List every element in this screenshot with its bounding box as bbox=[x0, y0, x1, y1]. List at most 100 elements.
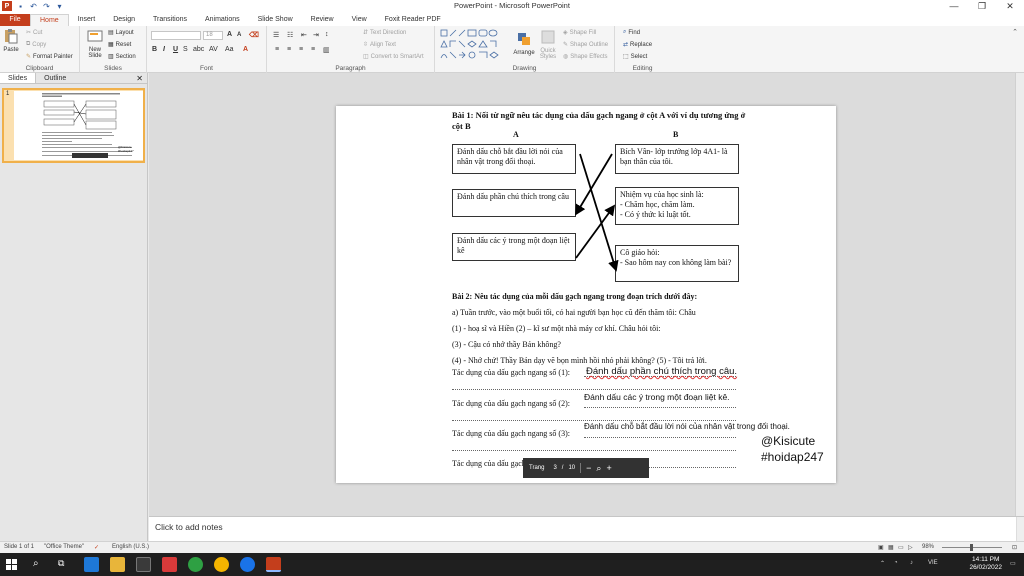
notes-pane[interactable]: Click to add notes bbox=[149, 516, 1024, 542]
tab-transitions[interactable]: Transitions bbox=[144, 14, 196, 26]
grow-font-icon[interactable]: A bbox=[227, 31, 232, 38]
italic-icon[interactable]: I bbox=[163, 46, 165, 53]
underline-icon[interactable]: U bbox=[173, 46, 178, 53]
copy-button[interactable]: ⧉ Copy bbox=[26, 41, 46, 48]
new-slide-button[interactable]: New Slide bbox=[84, 28, 106, 59]
network-icon[interactable]: ◔ bbox=[894, 560, 898, 566]
change-case-icon[interactable]: Aa bbox=[225, 46, 234, 53]
shape-outline-button[interactable]: ✎ Shape Outline bbox=[563, 41, 608, 49]
search-icon[interactable]: ⌕ bbox=[33, 558, 39, 569]
redo-icon[interactable]: ↷ bbox=[42, 2, 51, 11]
tab-home[interactable]: Home bbox=[30, 14, 69, 26]
section-button[interactable]: ▥ Section bbox=[108, 53, 136, 61]
powerpoint-taskbar-icon[interactable] bbox=[266, 557, 281, 572]
find-button[interactable]: ⌕ Find bbox=[623, 29, 640, 36]
tab-outline[interactable]: Outline bbox=[36, 73, 74, 83]
shrink-font-icon[interactable]: A bbox=[237, 32, 241, 38]
tab-design[interactable]: Design bbox=[104, 14, 144, 26]
spellcheck-icon[interactable]: ✓ bbox=[94, 544, 99, 551]
shadow-icon[interactable]: abc bbox=[193, 46, 204, 53]
volume-icon[interactable]: ♪ bbox=[910, 560, 913, 566]
zalo-icon[interactable] bbox=[240, 557, 255, 572]
cut-button[interactable]: ✂ Cut bbox=[26, 29, 42, 37]
decrease-indent-icon[interactable]: ⇤ bbox=[301, 31, 307, 39]
fit-to-window-icon[interactable]: ⊡ bbox=[1012, 544, 1017, 551]
tab-view[interactable]: View bbox=[343, 14, 376, 26]
zoom-icon[interactable]: ⌕ bbox=[596, 463, 601, 474]
shape-effects-button[interactable]: ◍ Shape Effects bbox=[563, 53, 608, 61]
bullets-icon[interactable]: ☰ bbox=[273, 31, 279, 39]
tab-review[interactable]: Review bbox=[302, 14, 343, 26]
reset-button[interactable]: ▦ Reset bbox=[108, 41, 131, 49]
slideshow-view-icon[interactable]: ▷ bbox=[908, 544, 913, 551]
strikethrough-icon[interactable]: S bbox=[183, 46, 188, 53]
align-left-icon[interactable]: ≡ bbox=[275, 46, 279, 53]
format-painter-button[interactable]: ✎ Format Painter bbox=[26, 53, 73, 61]
notes-scrollbar[interactable] bbox=[1016, 517, 1024, 542]
shape-fill-button[interactable]: ◈ Shape Fill bbox=[563, 29, 596, 37]
normal-view-icon[interactable]: ▣ bbox=[878, 544, 884, 551]
replace-button[interactable]: ⇄ Replace bbox=[623, 41, 652, 49]
powerpoint-logo-icon[interactable]: P bbox=[2, 1, 12, 11]
slide-canvas[interactable]: Bài 1: Nối từ ngữ nêu tác dụng của dấu g… bbox=[336, 106, 836, 483]
tab-file[interactable]: File bbox=[0, 14, 30, 26]
current-page[interactable]: 3 bbox=[553, 465, 556, 471]
align-right-icon[interactable]: ≡ bbox=[299, 46, 303, 53]
zoom-in-button[interactable]: + bbox=[606, 463, 611, 473]
text-direction-button[interactable]: ⇵ Text Direction bbox=[363, 29, 406, 37]
zoom-out-button[interactable]: − bbox=[586, 463, 591, 473]
zoom-slider-handle[interactable] bbox=[970, 544, 973, 551]
tab-slides[interactable]: Slides bbox=[0, 73, 37, 83]
task-view-icon[interactable]: ⧉ bbox=[58, 558, 64, 569]
customize-qat-icon[interactable]: ▾ bbox=[55, 2, 64, 11]
line-spacing-icon[interactable]: ↕ bbox=[325, 31, 329, 38]
edge-icon[interactable] bbox=[84, 557, 99, 572]
close-panel-icon[interactable]: ✕ bbox=[136, 73, 143, 84]
vertical-scrollbar[interactable] bbox=[1015, 73, 1024, 516]
bold-icon[interactable]: B bbox=[152, 46, 157, 53]
convert-smartart-button[interactable]: ◫ Convert to SmartArt bbox=[363, 53, 424, 61]
font-color-icon[interactable]: A bbox=[243, 46, 248, 53]
slide-thumbnail[interactable]: 1 @Kisicute #hoidap247 bbox=[2, 88, 145, 163]
align-center-icon[interactable]: ≡ bbox=[287, 46, 291, 53]
restore-button[interactable]: ❐ bbox=[968, 0, 996, 13]
tab-insert[interactable]: Insert bbox=[69, 14, 105, 26]
increase-indent-icon[interactable]: ⇥ bbox=[313, 31, 319, 39]
columns-icon[interactable]: ▥ bbox=[323, 46, 330, 54]
arrange-button[interactable]: Arrange bbox=[513, 31, 535, 56]
chrome-icon[interactable] bbox=[214, 557, 229, 572]
select-button[interactable]: ⬚ Select bbox=[623, 53, 647, 61]
paste-button[interactable]: Paste bbox=[3, 28, 19, 53]
notification-icon[interactable]: ▭ bbox=[1010, 560, 1016, 567]
slide-sorter-icon[interactable]: ▦ bbox=[888, 544, 894, 551]
input-language[interactable]: VIE bbox=[928, 560, 938, 566]
save-icon[interactable]: ▪ bbox=[16, 2, 25, 11]
justify-icon[interactable]: ≡ bbox=[311, 46, 315, 53]
font-size-box[interactable]: 18 bbox=[203, 31, 223, 40]
app-icon-green[interactable] bbox=[188, 557, 203, 572]
store-icon[interactable] bbox=[136, 557, 151, 572]
close-button[interactable]: ✕ bbox=[996, 0, 1024, 13]
tab-slide-show[interactable]: Slide Show bbox=[249, 14, 302, 26]
language[interactable]: English (U.S.) bbox=[112, 544, 149, 550]
char-spacing-icon[interactable]: AV bbox=[209, 46, 218, 53]
app-icon-red[interactable] bbox=[162, 557, 177, 572]
collapse-ribbon-icon[interactable]: ⌃ bbox=[1012, 28, 1018, 36]
reading-view-icon[interactable]: ▭ bbox=[898, 544, 904, 551]
tray-chevron-icon[interactable]: ⌃ bbox=[880, 560, 885, 567]
tab-foxit-reader-pdf[interactable]: Foxit Reader PDF bbox=[376, 14, 450, 26]
windows-start-icon[interactable] bbox=[6, 559, 17, 570]
numbering-icon[interactable]: ☷ bbox=[287, 31, 293, 39]
minimize-button[interactable]: — bbox=[940, 0, 968, 13]
layout-button[interactable]: ▤ Layout bbox=[108, 29, 134, 37]
slide-editor-area[interactable]: Bài 1: Nối từ ngữ nêu tác dụng của dấu g… bbox=[149, 73, 1024, 516]
file-explorer-icon[interactable] bbox=[110, 557, 125, 572]
tab-animations[interactable]: Animations bbox=[196, 14, 249, 26]
clock[interactable]: 14:11 PM 26/02/2022 bbox=[969, 556, 1002, 572]
font-name-box[interactable] bbox=[151, 31, 201, 40]
align-text-button[interactable]: ⇳ Align Text bbox=[363, 41, 396, 49]
zoom-level[interactable]: 98% bbox=[922, 544, 934, 550]
shapes-gallery-icon[interactable] bbox=[440, 29, 510, 61]
clear-formatting-icon[interactable]: ⌫ bbox=[249, 31, 259, 39]
undo-icon[interactable]: ↶ bbox=[29, 2, 38, 11]
